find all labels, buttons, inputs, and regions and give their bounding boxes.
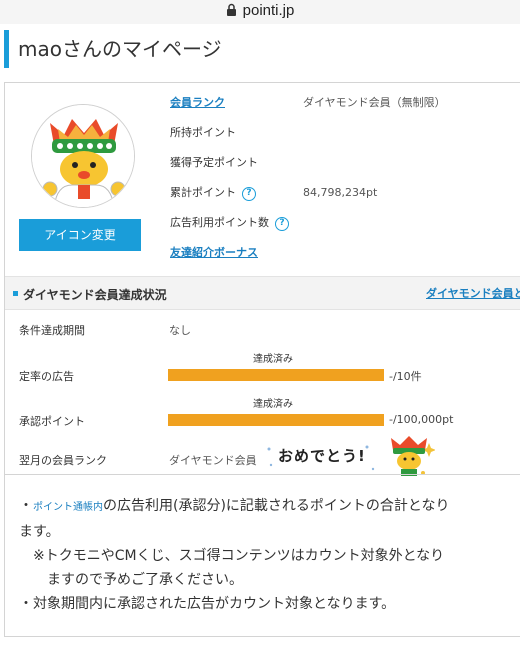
mypage-card: アイコン変更 会員ランク ダイヤモンド会員（無制限） 所持ポイント 獲得予定ポイ… xyxy=(4,82,520,637)
member-rank-label[interactable]: 会員ランク xyxy=(170,95,225,111)
help-icon[interactable]: ? xyxy=(275,217,289,231)
lock-icon xyxy=(226,3,237,21)
icon-change-button[interactable]: アイコン変更 xyxy=(19,219,141,251)
diamond-member-link[interactable]: ダイヤモンド会員と xyxy=(426,285,520,301)
period-value: なし xyxy=(169,324,191,337)
referral-bonus-row[interactable]: 友達紹介ボーナス xyxy=(170,245,258,261)
total-points-row: 累計ポイント? xyxy=(170,185,256,201)
congrats-banner: おめでとう! xyxy=(263,435,435,479)
member-rank-link[interactable]: 会員ランク xyxy=(170,96,225,109)
url-bar[interactable]: pointi.jp xyxy=(0,0,520,24)
referral-bonus-link[interactable]: 友達紹介ボーナス xyxy=(170,246,258,259)
ads-progress-fill xyxy=(168,369,384,381)
points-progress-bar xyxy=(168,414,384,426)
section-divider xyxy=(5,474,520,475)
lion-character-icon xyxy=(32,105,134,207)
note-2: ※トクモニやCMくじ、スゴ得コンテンツはカウント対象外となり xyxy=(19,544,520,568)
pending-points-label: 獲得予定ポイント xyxy=(170,156,258,169)
next-rank-label: 翌月の会員ランク xyxy=(19,454,107,467)
note-2-cont: ますので予めご了承ください。 xyxy=(19,568,520,592)
page-title: maoさんのマイページ xyxy=(4,30,520,68)
note-1: ・ ポイント通帳内の広告利用(承認分)に記載されるポイントの合計となり xyxy=(19,494,520,520)
status-section-header: ダイヤモンド会員達成状況 ダイヤモンド会員と xyxy=(5,276,520,310)
avatar xyxy=(31,104,135,208)
status-section-title: ダイヤモンド会員達成状況 xyxy=(23,288,167,302)
lion-mascot-icon xyxy=(391,436,427,476)
points-progress-fill xyxy=(168,414,384,426)
note-bullet: ・ xyxy=(19,498,33,514)
congrats-text: おめでとう! xyxy=(278,447,366,465)
ad-points-row: 広告利用ポイント数? xyxy=(170,215,289,231)
next-rank-value: ダイヤモンド会員 xyxy=(169,454,257,467)
ads-progress-bar xyxy=(168,369,384,381)
held-points-label: 所持ポイント xyxy=(170,126,236,139)
ads-status: 達成済み xyxy=(253,354,293,365)
note-1-continuation: ます。 xyxy=(19,524,60,540)
member-rank-value: ダイヤモンド会員（無制限） xyxy=(303,96,446,109)
ads-progress-text: -/10件 xyxy=(389,370,422,383)
note-1-text: の広告利用(承認分)に記載されるポイントの合計となり xyxy=(103,498,450,514)
passbook-link[interactable]: ポイント通帳内 xyxy=(33,502,103,513)
note-3: ・ 対象期間内に承認された広告がカウント対象となります。 xyxy=(19,592,520,616)
total-points-label: 累計ポイント xyxy=(170,186,236,199)
total-points-value: 84,798,234pt xyxy=(303,186,378,199)
note-3-text: 対象期間内に承認された広告がカウント対象となります。 xyxy=(33,596,396,612)
points-progress-text: -/100,000pt xyxy=(389,413,454,426)
note-2-continuation: ますので予めご了承ください。 xyxy=(47,572,243,588)
ad-points-label: 広告利用ポイント数 xyxy=(170,216,269,229)
period-label: 条件達成期間 xyxy=(19,324,85,337)
note-bullet: ・ xyxy=(19,596,33,612)
note-2-text: ※トクモニやCMくじ、スゴ得コンテンツはカウント対象外となり xyxy=(33,548,445,564)
notes: ・ ポイント通帳内の広告利用(承認分)に記載されるポイントの合計となり ます。 … xyxy=(19,494,520,616)
points-status: 達成済み xyxy=(253,399,293,410)
square-bullet-icon xyxy=(13,291,18,296)
note-1-cont: ます。 xyxy=(19,520,520,544)
url-text: pointi.jp xyxy=(242,2,295,19)
ads-label: 定率の広告 xyxy=(19,370,74,383)
help-icon[interactable]: ? xyxy=(242,187,256,201)
points-label: 承認ポイント xyxy=(19,415,85,428)
